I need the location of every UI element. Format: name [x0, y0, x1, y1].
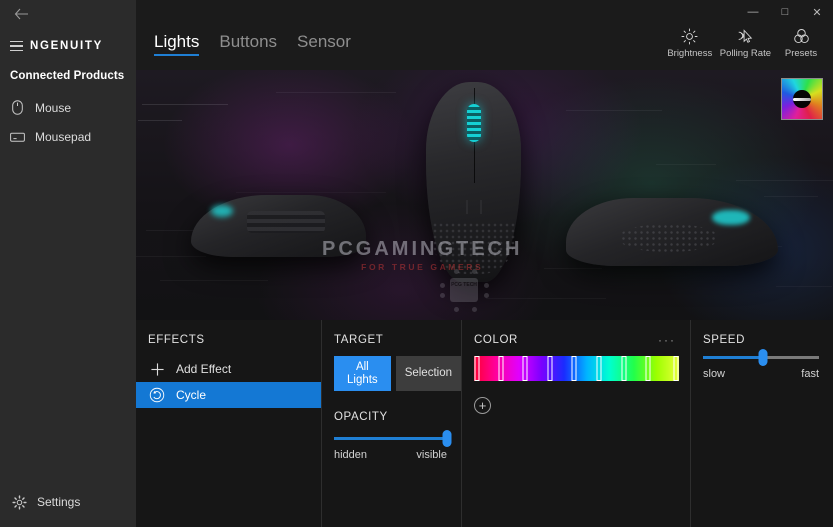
device-preview-stage: PCG TECH PCGAMINGTECH FOR TRUE GAMERS	[136, 70, 833, 320]
mouse-render-center	[426, 82, 521, 282]
target-option-all-lights[interactable]: All Lights	[334, 356, 391, 392]
tab-bar: Lights Buttons Sensor	[154, 33, 351, 56]
back-button[interactable]	[6, 2, 36, 26]
connected-products-list: Mouse Mousepad	[0, 93, 136, 151]
window-titlebar: — □ ✕	[653, 0, 833, 24]
speed-slider-fill	[703, 356, 764, 359]
polling-rate-button[interactable]: Polling Rate	[720, 28, 771, 59]
brightness-button[interactable]: Brightness	[666, 28, 714, 59]
polling-rate-label: Polling Rate	[719, 48, 771, 59]
effect-item-cycle[interactable]: Cycle	[136, 382, 321, 408]
color-stop-5[interactable]	[596, 356, 602, 381]
presets-label: Presets	[784, 48, 818, 59]
color-stop-2[interactable]	[522, 356, 528, 381]
add-effect-label: Add Effect	[176, 362, 232, 376]
opacity-slider-knob[interactable]	[442, 430, 452, 448]
color-stop-3[interactable]	[547, 356, 553, 381]
speed-panel: SPEED slow fast	[690, 320, 833, 527]
speed-slider-knob[interactable]	[758, 349, 768, 366]
sidebar-item-mouse[interactable]: Mouse	[0, 93, 136, 122]
gear-icon	[12, 494, 27, 510]
add-effect-button[interactable]: Add Effect	[136, 356, 321, 382]
color-stop-1[interactable]	[498, 356, 504, 381]
speed-slider[interactable]	[703, 349, 819, 366]
mouse-icon	[10, 100, 25, 115]
back-arrow-icon	[14, 8, 28, 20]
tab-sensor[interactable]: Sensor	[297, 33, 351, 56]
speed-slider-wrap: slow fast	[691, 349, 833, 380]
speed-slider-labels: slow fast	[703, 368, 819, 380]
brand-title: NGENUITY	[30, 40, 104, 52]
color-stop-8[interactable]	[673, 356, 679, 381]
opacity-slider-labels: hidden visible	[334, 449, 447, 461]
hamburger-menu-icon[interactable]	[0, 40, 30, 52]
mousepad-icon	[10, 129, 25, 144]
connected-products-heading: Connected Products	[10, 70, 125, 82]
sidebar-item-mousepad-label: Mousepad	[35, 129, 92, 144]
sidebar-item-mouse-label: Mouse	[35, 100, 72, 115]
maximize-button[interactable]: □	[769, 1, 801, 23]
watermark-chip-icon: PCG TECH	[436, 265, 492, 313]
speed-title: SPEED	[703, 334, 745, 346]
opacity-title: OPACITY	[334, 411, 388, 424]
color-title-row: COLOR ···	[462, 334, 690, 346]
add-color-button[interactable]: +	[474, 397, 491, 414]
effects-title: EFFECTS	[148, 334, 205, 346]
close-button[interactable]: ✕	[801, 1, 833, 23]
effects-panel: EFFECTS Add Effect Cycle	[136, 320, 321, 527]
color-title: COLOR	[474, 334, 518, 346]
watermark-chip-label: PCG TECH	[450, 278, 478, 302]
color-stop-4[interactable]	[571, 356, 577, 381]
target-title: TARGET	[334, 334, 384, 346]
brightness-icon	[681, 28, 698, 45]
tab-buttons[interactable]: Buttons	[219, 33, 277, 56]
effect-item-cycle-label: Cycle	[176, 388, 207, 402]
polling-rate-icon	[736, 28, 754, 45]
minimize-button[interactable]: —	[737, 1, 769, 23]
settings-panels: EFFECTS Add Effect Cycle TARGET All Ligh…	[136, 320, 833, 527]
opacity-min-label: hidden	[334, 449, 368, 462]
settings-label: Settings	[37, 495, 81, 509]
main-content: — □ ✕ Lights Buttons Sensor Brightness P…	[136, 0, 833, 527]
sidebar-item-mousepad[interactable]: Mousepad	[0, 122, 136, 151]
tab-lights[interactable]: Lights	[154, 33, 200, 56]
target-panel: TARGET All Lights Selection OPACITY hidd…	[321, 320, 461, 527]
target-segmented-control: All Lights Selection	[322, 356, 461, 392]
color-panel: COLOR ··· +	[461, 320, 690, 527]
plus-icon	[148, 360, 166, 378]
tool-icon-bar: Brightness Polling Rate Presets	[666, 28, 825, 59]
scroll-wheel-led	[466, 104, 481, 142]
color-stop-0[interactable]	[474, 356, 480, 381]
sidebar: NGENUITY Connected Products Mouse Mousep…	[0, 0, 136, 527]
sidebar-item-settings[interactable]: Settings	[0, 489, 136, 515]
brightness-label: Brightness	[667, 48, 713, 59]
color-stop-7[interactable]	[645, 356, 651, 381]
target-option-selection[interactable]: Selection	[395, 356, 461, 392]
speed-min-label: slow	[703, 368, 726, 380]
opacity-max-label: visible	[416, 449, 447, 462]
brand-row: NGENUITY	[0, 33, 136, 59]
speed-max-label: fast	[801, 368, 819, 380]
color-overflow-menu-icon[interactable]: ···	[658, 334, 676, 346]
color-stop-6[interactable]	[621, 356, 627, 381]
opacity-slider[interactable]	[334, 430, 452, 448]
preset-thumbnail[interactable]	[781, 78, 823, 120]
presets-button[interactable]: Presets	[777, 28, 825, 59]
presets-icon	[793, 28, 810, 45]
color-gradient-bar[interactable]	[474, 356, 679, 381]
ngenuity-app-window: NGENUITY Connected Products Mouse Mousep…	[0, 0, 833, 527]
opacity-slider-wrap: hidden visible	[322, 430, 461, 461]
cycle-icon	[148, 386, 166, 404]
